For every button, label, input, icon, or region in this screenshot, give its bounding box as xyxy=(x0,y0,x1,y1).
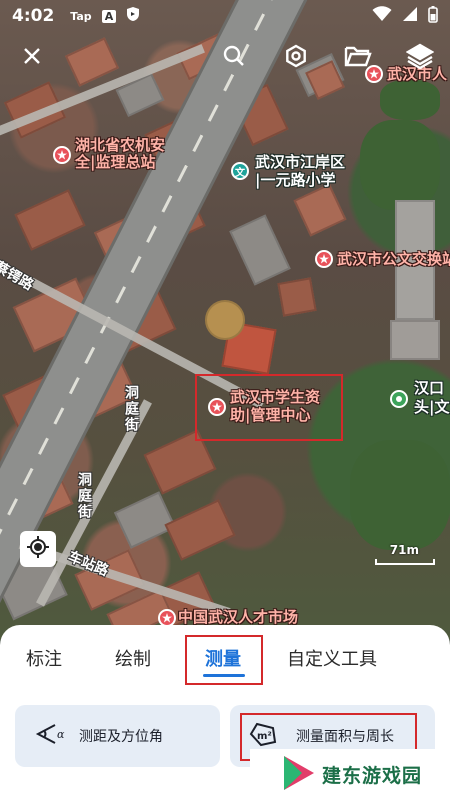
poi-pin-icon[interactable] xyxy=(53,146,71,164)
poi-label[interactable]: 湖北省农机安 xyxy=(75,136,165,154)
status-time: 4:02 xyxy=(12,6,55,26)
close-icon[interactable] xyxy=(14,38,50,74)
map-scale: 71m xyxy=(375,543,435,567)
distance-bearing-button[interactable]: α 测距及方位角 xyxy=(15,705,220,767)
tool-tabs: 标注 绘制 测量 自定义工具 xyxy=(0,625,450,693)
angle-measure-icon: α xyxy=(35,722,65,750)
tab-custom-tools[interactable]: 自定义工具 xyxy=(287,645,377,671)
map-toolbar xyxy=(0,36,450,76)
shield-status-icon xyxy=(126,6,140,26)
tab-highlight-box xyxy=(185,635,263,685)
road-label: 洞庭街 xyxy=(76,472,92,520)
tap-app-icon: Tap xyxy=(70,9,92,23)
poi-label[interactable]: 武汉市公文交换站 xyxy=(337,250,450,268)
poi-label[interactable]: |一元路小学 xyxy=(255,171,335,189)
poi-label[interactable]: 头|文 xyxy=(414,398,449,416)
park-poi-icon[interactable] xyxy=(390,390,408,408)
watermark: 建东游戏园 xyxy=(250,749,450,799)
poi-label[interactable]: 汉口 xyxy=(414,379,444,397)
scale-bar xyxy=(375,559,435,565)
signal-icon xyxy=(402,6,418,26)
search-icon[interactable] xyxy=(216,38,252,74)
crosshair-icon xyxy=(26,535,50,563)
svg-text:α: α xyxy=(57,728,65,741)
watermark-logo-icon xyxy=(282,754,316,796)
tab-annotate[interactable]: 标注 xyxy=(26,645,62,671)
selected-poi-highlight xyxy=(195,374,343,441)
road-label: 蔡锷路 xyxy=(0,258,36,294)
poi-label[interactable]: 全|监理总站 xyxy=(75,153,155,171)
layers-icon[interactable] xyxy=(402,38,438,74)
watermark-text: 建东游戏园 xyxy=(322,765,423,787)
folder-icon[interactable] xyxy=(340,38,376,74)
scale-label: 71m xyxy=(389,543,419,557)
school-poi-icon[interactable]: 文 xyxy=(231,162,249,180)
battery-icon xyxy=(428,5,438,27)
tab-draw[interactable]: 绘制 xyxy=(115,645,151,671)
poi-label[interactable]: 中国武汉人才市场 xyxy=(178,608,298,626)
road-label: 洞庭街 xyxy=(123,385,139,433)
settings-icon[interactable] xyxy=(278,38,314,74)
poi-pin-icon[interactable] xyxy=(315,250,333,268)
distance-bearing-label: 测距及方位角 xyxy=(79,729,163,745)
status-bar: 4:02 Tap A xyxy=(0,0,450,32)
a-app-icon: A xyxy=(101,9,117,23)
wifi-icon xyxy=(372,6,392,26)
locate-button[interactable] xyxy=(20,531,56,567)
poi-label[interactable]: 武汉市江岸区 xyxy=(255,153,345,171)
